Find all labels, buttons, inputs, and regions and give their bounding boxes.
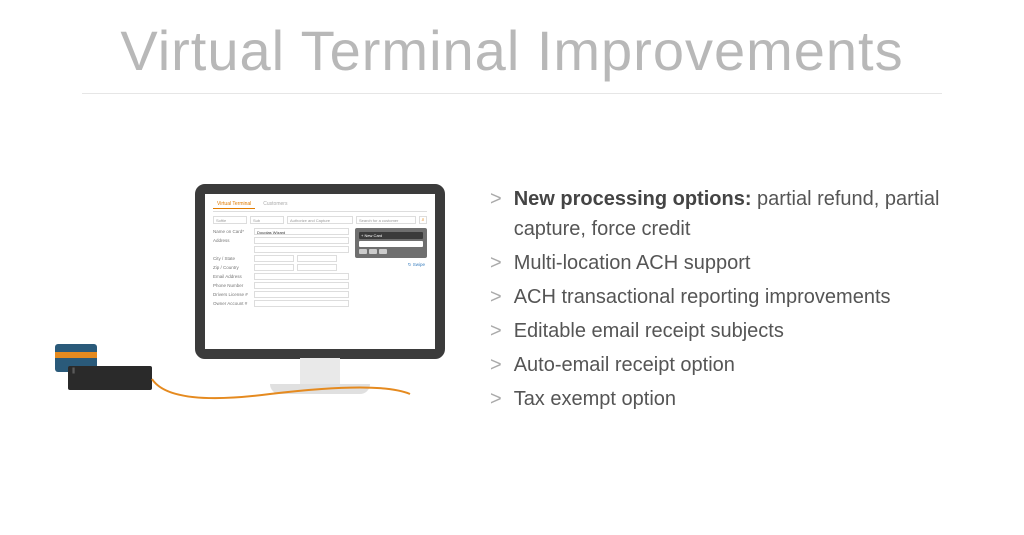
- tab-virtual-terminal: Virtual Terminal: [213, 200, 255, 209]
- input-dl: [254, 291, 349, 298]
- label-city: City / State: [213, 256, 251, 261]
- bullet-text: ACH transactional reporting improvements: [514, 286, 891, 308]
- mock-screen: Virtual Terminal Customers Softie Sub Au…: [205, 194, 435, 315]
- input-state: [297, 255, 337, 262]
- chevron-right-icon: >: [490, 248, 502, 278]
- card-reader-icon: [68, 366, 152, 390]
- swipe-link: ↻ Swipe: [355, 262, 427, 268]
- list-item: > Editable email receipt subjects: [490, 316, 994, 346]
- input-name: Douglas Wizard: [254, 228, 349, 235]
- label-email: Email Address: [213, 274, 251, 279]
- list-item: > Tax exempt option: [490, 384, 994, 414]
- input-owner: [254, 300, 349, 307]
- card-pill-1: [359, 249, 367, 254]
- label-owner: Owner Account #: [213, 301, 251, 306]
- filter-a: Softie: [213, 216, 247, 224]
- bullet-text: Tax exempt option: [514, 388, 676, 410]
- label-address: Address: [213, 238, 251, 243]
- list-item: > Auto-email receipt option: [490, 350, 994, 380]
- chevron-right-icon: >: [490, 282, 502, 312]
- chevron-right-icon: >: [490, 184, 502, 244]
- bullet-text: Auto-email receipt option: [514, 354, 735, 376]
- swipe-text: Swipe: [413, 262, 425, 267]
- card-pill-2: [369, 249, 377, 254]
- mock-form: Name on Card*Douglas Wizard Address City…: [213, 228, 349, 309]
- filter-c: Authorize and Capture: [287, 216, 353, 224]
- filter-b: Sub: [250, 216, 284, 224]
- input-zip: [254, 264, 294, 271]
- label-phone: Phone Number: [213, 283, 251, 288]
- monitor-frame: Virtual Terminal Customers Softie Sub Au…: [195, 184, 445, 359]
- list-item: >New processing options: partial refund,…: [490, 184, 994, 244]
- content-area: Virtual Terminal Customers Softie Sub Au…: [0, 94, 1024, 484]
- illustration: Virtual Terminal Customers Softie Sub Au…: [0, 184, 490, 484]
- list-item: > Multi-location ACH support: [490, 248, 994, 278]
- mock-tabs: Virtual Terminal Customers: [213, 200, 427, 212]
- input-address: [254, 237, 349, 244]
- label-zip: Zip / Country: [213, 265, 251, 270]
- chevron-right-icon: >: [490, 384, 502, 414]
- card-new-card: + New Card: [359, 232, 423, 239]
- card-pill-3: [379, 249, 387, 254]
- cable: [150, 369, 425, 409]
- input-country: [297, 264, 337, 271]
- label-name: Name on Card*: [213, 229, 251, 234]
- input-city: [254, 255, 294, 262]
- mock-filter-row: Softie Sub Authorize and Capture Search …: [213, 216, 427, 224]
- chevron-right-icon: >: [490, 316, 502, 346]
- bullet-text: Multi-location ACH support: [514, 252, 751, 274]
- bullet-text: Editable email receipt subjects: [514, 320, 784, 342]
- input-address2: [254, 246, 349, 253]
- filter-search: Search for a customer: [356, 216, 416, 224]
- mock-card-widget: + New Card ↻ Swipe: [355, 228, 427, 309]
- input-email: [254, 273, 349, 280]
- feature-list: >New processing options: partial refund,…: [490, 184, 1024, 484]
- bullet-strong: New processing options:: [514, 188, 752, 210]
- tab-customers: Customers: [259, 200, 291, 209]
- card-number-field: [359, 241, 423, 247]
- input-phone: [254, 282, 349, 289]
- list-item: > ACH transactional reporting improvement…: [490, 282, 994, 312]
- chevron-right-icon: >: [490, 350, 502, 380]
- page-title: Virtual Terminal Improvements: [0, 0, 1024, 93]
- search-icon: ⌕: [419, 216, 427, 224]
- label-dl: Drivers License #: [213, 292, 251, 297]
